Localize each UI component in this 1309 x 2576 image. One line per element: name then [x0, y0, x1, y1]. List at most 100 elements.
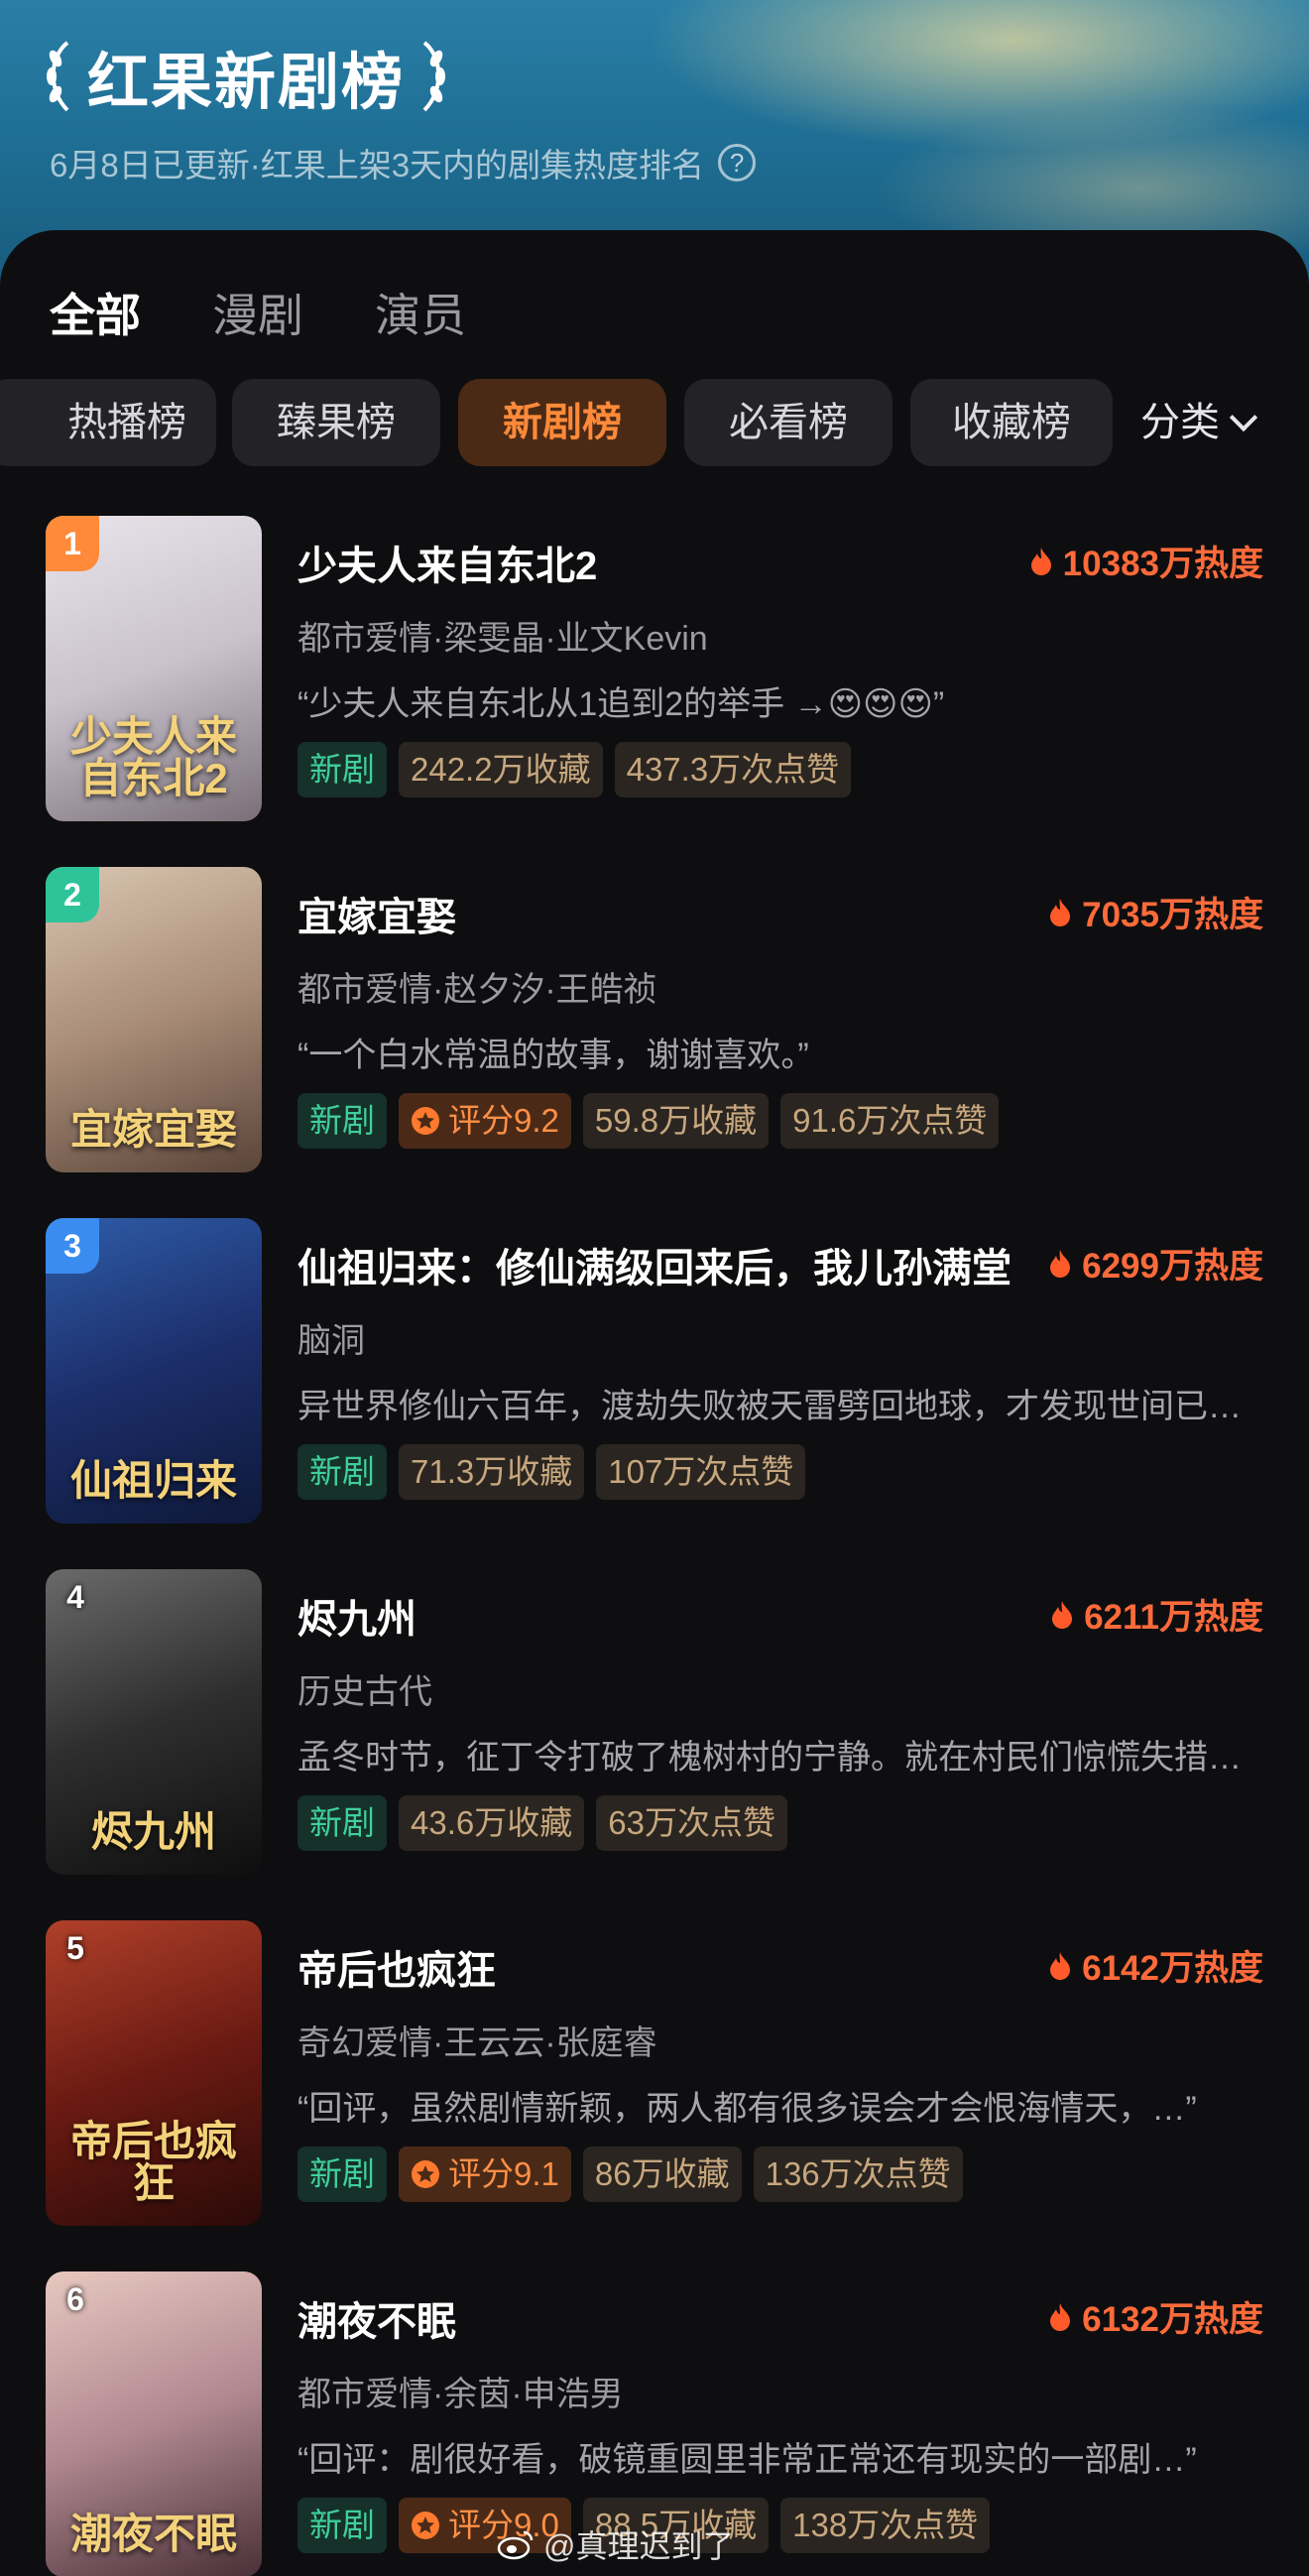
subtitle-text: 6月8日已更新·红果上架3天内的剧集热度排名 — [50, 147, 705, 184]
likes-tag: 138万次点赞 — [780, 2498, 991, 2553]
heat-text: 6142万热度 — [1082, 1949, 1263, 1988]
header-title-row: 红果新剧榜 — [42, 32, 450, 121]
heat-text: 6132万热度 — [1082, 2300, 1263, 2339]
heat-score: 6299万热度 — [1048, 1238, 1263, 1288]
favorites-tag: 71.3万收藏 — [399, 1444, 585, 1500]
poster-caption: 少夫人来自东北2 — [69, 713, 237, 801]
favorites-tag: 86万收藏 — [582, 2147, 742, 2202]
list-item[interactable]: 烬九州 4 烬九州 6211万热度 历史古代 孟冬时节，征丁令打破了槐树村的宁静。就在村民… — [0, 1569, 1309, 1887]
poster-caption: 宜嫁宜娶 — [69, 1106, 237, 1153]
new-tag: 新剧 — [298, 742, 387, 797]
genre-cast: 脑洞 — [298, 1322, 365, 1360]
favorites-tag: 59.8万收藏 — [582, 1093, 770, 1149]
header-subtitle: 6月8日已更新·红果上架3天内的剧集热度排名 ? — [50, 139, 757, 186]
rank-badge: 1 — [46, 516, 99, 571]
new-tag: 新剧 — [298, 1795, 387, 1851]
likes-tag: 63万次点赞 — [596, 1795, 787, 1851]
main-tabs: 全部 漫剧 演员 — [50, 280, 466, 345]
chip-new[interactable]: 新剧榜 — [458, 379, 666, 466]
heat-score: 10383万热度 — [1029, 536, 1263, 586]
chip-premium[interactable]: 臻果榜 — [232, 379, 440, 466]
heat-text: 7035万热度 — [1082, 896, 1263, 934]
favorites-tag: 242.2万收藏 — [399, 742, 603, 797]
category-label: 分类 — [1140, 401, 1220, 444]
drama-title[interactable]: 潮夜不眠 — [298, 2289, 1012, 2347]
list-item[interactable]: 宜嫁宜娶 2 宜嫁宜娶 7035万热度 都市爱情·赵夕汐·王皓祯 “一个白水常温的故事，谢… — [0, 867, 1309, 1184]
genre-cast: 历史古代 — [298, 1673, 432, 1711]
star-icon — [412, 1107, 439, 1135]
heat-text: 6299万热度 — [1082, 1247, 1263, 1286]
tag-row: 新剧 评分9.1 86万收藏 136万次点赞 — [298, 2147, 963, 2202]
flame-icon — [1052, 1600, 1073, 1629]
score-text: 评分9.1 — [448, 2155, 559, 2192]
drama-title[interactable]: 仙祖归来：修仙满级回来后，我儿孙满堂 — [298, 1236, 1012, 1293]
likes-tag: 437.3万次点赞 — [614, 742, 852, 797]
tab-comic[interactable]: 漫剧 — [212, 280, 303, 345]
weibo-icon — [497, 2530, 534, 2560]
drama-title[interactable]: 少夫人来自东北2 — [298, 534, 1012, 591]
likes-tag: 107万次点赞 — [596, 1444, 806, 1500]
rank-badge: 4 — [66, 1579, 84, 1615]
poster-image[interactable]: 烬九州 4 — [46, 1569, 262, 1875]
rank-badge: 2 — [46, 867, 99, 922]
description: 异世界修仙六百年，渡劫失败被天雷劈回地球，才发现世间已过百年 — [298, 1388, 1264, 1425]
drama-title[interactable]: 宜嫁宜娶 — [298, 885, 1012, 942]
likes-tag: 136万次点赞 — [753, 2147, 963, 2202]
category-dropdown[interactable]: 分类 — [1140, 379, 1258, 466]
poster-image[interactable]: 宜嫁宜娶 2 — [46, 867, 262, 1172]
description: “回评：剧很好看，破镜重圆里非常正常还有现实的一部剧…” — [298, 2441, 1197, 2479]
tag-row: 新剧 43.6万收藏 63万次点赞 — [298, 1795, 787, 1851]
watermark: @真理迟到了 — [496, 2521, 735, 2567]
poster-caption: 仙祖归来 — [69, 1457, 237, 1504]
drama-title[interactable]: 帝后也疯狂 — [298, 1938, 1012, 1996]
tab-actors[interactable]: 演员 — [375, 280, 466, 345]
watermark-text: @真理迟到了 — [543, 2528, 735, 2564]
flame-icon — [1050, 898, 1071, 926]
poster-image[interactable]: 仙祖归来 3 — [46, 1218, 262, 1524]
score-text: 评分9.2 — [448, 1102, 559, 1139]
flame-icon — [1030, 547, 1051, 575]
genre-cast: 都市爱情·赵夕汐·王皓祯 — [298, 971, 657, 1009]
list-item[interactable]: 少夫人来自东北2 1 少夫人来自东北2 10383万热度都市爱情·梁雯晶·业文Kevi… — [0, 516, 1309, 833]
tag-row: 新剧 242.2万收藏 437.3万次点赞 — [298, 742, 852, 797]
flame-icon — [1050, 1951, 1071, 1980]
poster-caption: 帝后也疯狂 — [69, 2118, 237, 2206]
genre-cast: 都市爱情·余茵·申浩男 — [298, 2376, 624, 2413]
heat-score: 6142万热度 — [1048, 1940, 1263, 1991]
page-title: 红果新剧榜 — [87, 49, 406, 117]
chip-row: 热播榜 臻果榜 新剧榜 必看榜 收藏榜 分类 — [0, 379, 1309, 468]
tab-all[interactable]: 全部 — [50, 280, 141, 345]
poster-image[interactable]: 帝后也疯狂 5 — [46, 1920, 262, 2226]
genre-cast: 都市爱情·梁雯晶·业文Kevin — [298, 620, 708, 658]
flame-icon — [1050, 1249, 1071, 1278]
favorites-tag: 43.6万收藏 — [399, 1795, 585, 1851]
star-icon — [412, 2160, 439, 2188]
drama-title[interactable]: 烬九州 — [298, 1587, 1012, 1645]
laurel-left-icon — [47, 41, 69, 112]
heat-text: 10383万热度 — [1062, 545, 1263, 583]
list-item[interactable]: 仙祖归来 3 仙祖归来：修仙满级回来后，我儿孙满堂 6299万热度脑洞异世界修仙六百年… — [0, 1218, 1309, 1535]
rank-badge: 5 — [66, 1930, 84, 1966]
help-icon[interactable]: ? — [718, 144, 757, 182]
laurel-right-icon — [422, 41, 446, 112]
poster-image[interactable]: 潮夜不眠 6 — [46, 2271, 262, 2576]
tag-row: 新剧 评分9.2 59.8万收藏 91.6万次点赞 — [298, 1093, 1000, 1149]
poster-image[interactable]: 少夫人来自东北2 1 — [46, 516, 262, 821]
new-tag: 新剧 — [298, 2147, 387, 2202]
poster-caption: 烬九州 — [90, 1808, 216, 1855]
flame-icon — [1050, 2302, 1071, 2331]
new-tag: 新剧 — [298, 1093, 387, 1149]
rank-badge: 3 — [46, 1218, 99, 1274]
heat-text: 6211万热度 — [1084, 1598, 1263, 1637]
new-tag: 新剧 — [298, 2498, 387, 2553]
chip-must-watch[interactable]: 必看榜 — [684, 379, 892, 466]
list-item[interactable]: 帝后也疯狂 5 帝后也疯狂 6142万热度 奇幻爱情·王云云·张庭睿 “回评，虽然剧情新颖… — [0, 1920, 1309, 2238]
chip-hot[interactable]: 热播榜 — [0, 379, 216, 466]
poster-caption: 潮夜不眠 — [69, 2511, 237, 2557]
likes-tag: 91.6万次点赞 — [780, 1093, 1000, 1149]
description: “少夫人来自东北从1追到2的举手 →😍😍😍” — [298, 685, 945, 723]
chip-favorites[interactable]: 收藏榜 — [910, 379, 1113, 466]
heat-score: 6132万热度 — [1048, 2291, 1263, 2342]
heat-score: 7035万热度 — [1048, 887, 1263, 937]
genre-cast: 奇幻爱情·王云云·张庭睿 — [298, 2024, 657, 2062]
